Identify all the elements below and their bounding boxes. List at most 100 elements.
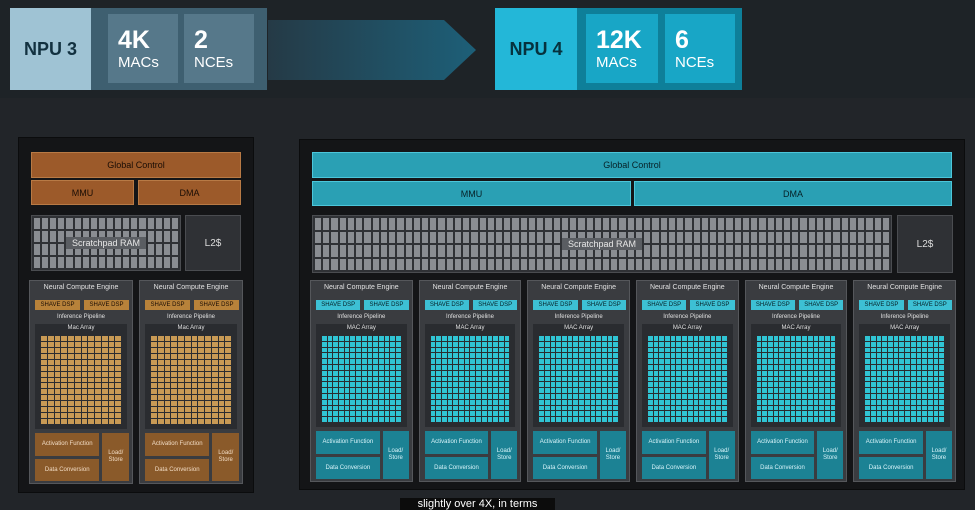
mac-unit — [218, 347, 225, 353]
mac-unit — [590, 382, 596, 388]
mac-array-title: Mac Array — [177, 325, 205, 331]
mac-unit — [682, 382, 687, 388]
mac-unit — [378, 370, 384, 376]
mac-unit — [721, 359, 727, 364]
mac-unit — [824, 411, 830, 417]
mac-unit — [693, 341, 699, 347]
mac-unit — [756, 359, 762, 364]
mac-unit — [773, 417, 779, 422]
ram-cell — [644, 258, 651, 270]
ram-cell — [775, 258, 783, 270]
data-conversion: Data Conversion — [533, 457, 597, 479]
mac-unit — [504, 359, 510, 364]
mac-unit — [498, 347, 504, 353]
mac-unit — [339, 336, 344, 341]
ram-cell — [66, 257, 73, 268]
mac-unit — [367, 341, 373, 347]
mac-unit — [504, 341, 510, 347]
mac-unit — [487, 353, 493, 359]
mac-unit — [47, 336, 54, 341]
mac-unit — [813, 353, 819, 359]
mac-unit — [430, 359, 436, 364]
ram-cell — [347, 245, 355, 257]
ram-cell — [58, 218, 65, 229]
mac-unit — [539, 399, 545, 405]
mac-unit — [716, 370, 721, 376]
mac-unit — [579, 347, 584, 353]
mac-unit — [773, 336, 779, 341]
mac-unit — [693, 411, 699, 417]
ram-cell — [808, 231, 815, 243]
mac-unit — [225, 365, 231, 371]
npu3-nce-container: Neural Compute Engine SHAVE DSP SHAVE DS… — [29, 280, 243, 484]
mac-unit — [562, 394, 567, 399]
ram-cell — [858, 258, 865, 270]
npu4-scratchpad-label: Scratchpad RAM — [561, 238, 643, 250]
mac-unit — [453, 336, 459, 341]
mac-unit — [802, 411, 807, 417]
ram-cell — [644, 218, 651, 230]
ram-cell — [882, 245, 889, 257]
data-conversion: Data Conversion — [316, 457, 380, 479]
ram-cell — [90, 218, 97, 229]
mac-unit — [824, 417, 830, 422]
ram-cell — [372, 218, 379, 230]
ram-cell — [512, 245, 519, 257]
mac-unit — [699, 353, 704, 359]
mac-unit — [350, 382, 356, 388]
mac-unit — [459, 370, 464, 376]
mac-unit — [796, 411, 802, 417]
mac-unit — [888, 365, 893, 370]
mac-unit — [550, 388, 556, 393]
ram-cell — [849, 218, 857, 230]
mac-unit — [54, 419, 61, 424]
ram-cell — [339, 258, 346, 270]
mac-unit — [498, 388, 504, 393]
mac-unit — [670, 365, 676, 370]
ram-cell — [147, 231, 154, 242]
mac-unit — [653, 365, 659, 370]
mac-unit — [665, 347, 670, 353]
mac-unit — [333, 347, 339, 353]
mac-unit — [459, 394, 464, 399]
ram-cell — [866, 245, 873, 257]
mac-unit — [198, 377, 204, 383]
mac-unit — [191, 365, 198, 371]
mac-unit — [676, 382, 682, 388]
mac-unit — [888, 382, 893, 388]
mac-unit — [550, 411, 556, 417]
ram-cell — [356, 245, 363, 257]
mac-array: MAC Array — [859, 324, 950, 427]
mac-unit — [68, 353, 74, 359]
mac-unit — [665, 382, 670, 388]
mac-array-title: MAC Array — [346, 325, 376, 331]
mac-unit — [876, 365, 882, 370]
mac-unit — [893, 376, 899, 382]
mac-unit — [927, 353, 933, 359]
mac-unit — [205, 336, 211, 341]
mac-unit — [470, 353, 476, 359]
mac-unit — [933, 394, 939, 399]
mac-unit — [151, 413, 157, 419]
mac-unit — [922, 353, 927, 359]
mac-unit — [68, 336, 74, 341]
mac-unit — [768, 336, 773, 341]
mac-unit — [493, 365, 498, 370]
inference-pipeline: Inference Pipeline — [663, 314, 712, 320]
mac-unit — [888, 370, 893, 376]
mac-unit — [916, 370, 922, 376]
mac-array: MAC Array — [750, 324, 842, 427]
mac-unit — [476, 394, 481, 399]
mac-unit — [539, 341, 545, 347]
mac-unit — [61, 413, 67, 419]
ram-cell — [471, 258, 478, 270]
ram-cell — [147, 218, 154, 229]
mac-unit — [830, 347, 836, 353]
mac-unit — [367, 347, 373, 353]
mac-unit — [910, 341, 916, 347]
mac-unit — [550, 347, 556, 353]
ram-cell — [454, 258, 462, 270]
mac-unit — [556, 411, 562, 417]
mac-unit — [785, 365, 790, 370]
npu4-nces-unit: NCEs — [675, 53, 715, 71]
